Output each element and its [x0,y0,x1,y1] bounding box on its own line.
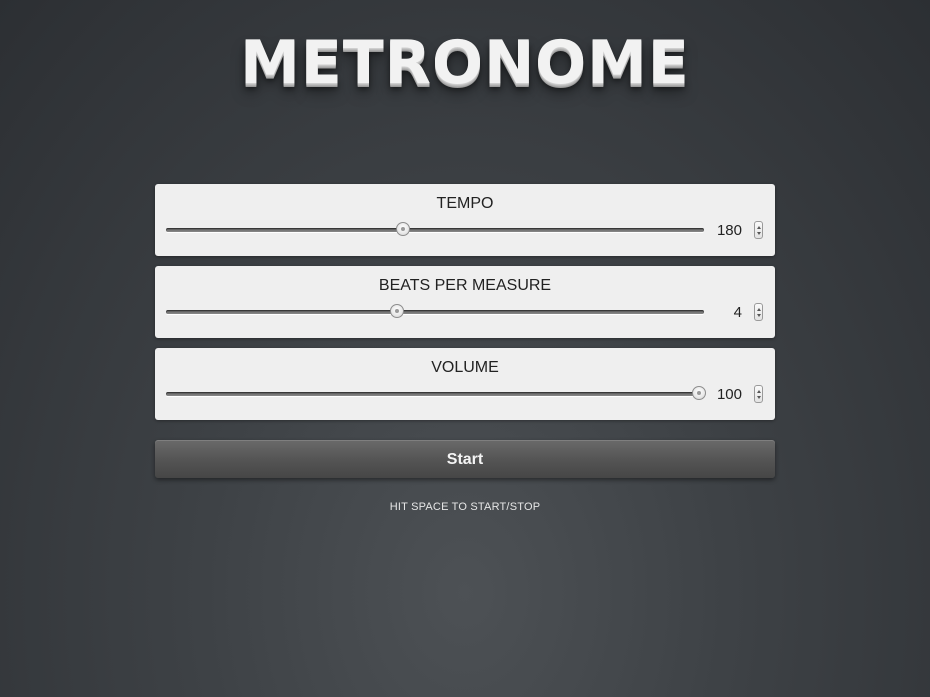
volume-panel: VOLUME 100 [155,348,775,420]
spinner-down-icon[interactable] [757,314,761,317]
tempo-label: TEMPO [436,195,494,212]
tempo-spinner[interactable] [754,221,763,239]
tempo-slider[interactable] [166,228,704,232]
tempo-panel: TEMPO 180 [155,184,775,256]
keyboard-hint: HIT SPACE TO START/STOP [389,501,541,513]
beats-slider[interactable] [166,310,704,314]
spinner-up-icon[interactable] [757,226,761,229]
spinner-down-icon[interactable] [757,232,761,235]
beats-slider-thumb[interactable] [390,304,405,318]
tempo-slider-thumb[interactable] [395,222,410,236]
beats-value: 4 [733,304,742,321]
spinner-up-icon[interactable] [757,308,761,311]
beats-spinner[interactable] [754,303,763,321]
volume-value: 100 [716,386,742,403]
start-button[interactable]: Start [155,440,775,478]
app-title: METRONOME [240,28,690,98]
spinner-down-icon[interactable] [757,396,761,399]
tempo-value: 180 [716,222,742,239]
beats-label: BEATS PER MEASURE [378,277,552,294]
volume-label: VOLUME [431,359,499,376]
beats-panel: BEATS PER MEASURE 4 [155,266,775,338]
spinner-up-icon[interactable] [757,390,761,393]
volume-spinner[interactable] [754,385,763,403]
volume-slider[interactable] [166,392,704,396]
